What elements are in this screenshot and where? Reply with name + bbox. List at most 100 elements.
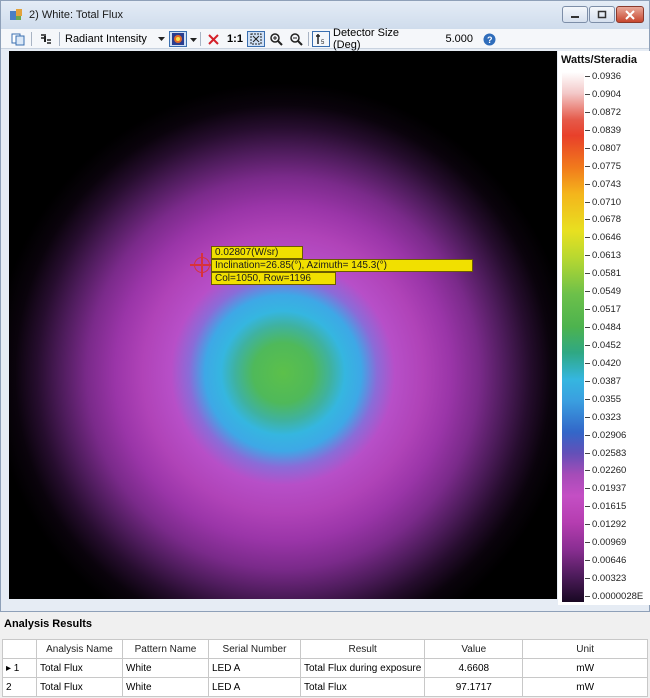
legend-tick-label: 0.02906 <box>585 430 626 441</box>
measure-select[interactable]: Radiant Intensity <box>63 31 167 47</box>
legend-tick-label: 0.01292 <box>585 520 626 530</box>
help-icon: ? <box>483 33 495 45</box>
one-to-one-button[interactable]: 1:1 <box>225 31 245 47</box>
legend-title: Watts/Steradia <box>561 54 638 66</box>
legend-tick-label: 0.00969 <box>585 538 626 548</box>
cell-serial-number: LED A <box>208 677 301 697</box>
maximize-button[interactable] <box>589 6 615 23</box>
column-header-index <box>2 639 37 659</box>
cell-pattern-name: White <box>122 658 209 678</box>
zoom-in-button[interactable] <box>267 31 285 47</box>
legend-tick-label: 0.0323 <box>585 412 621 423</box>
copy-button[interactable] <box>9 31 27 47</box>
legend-tick-label: 0.0484 <box>585 323 621 333</box>
table-header-row: Analysis Name Pattern Name Serial Number… <box>2 639 648 659</box>
svg-text:?: ? <box>487 35 493 45</box>
legend-tick-label: 0.00646 <box>585 556 626 566</box>
tooltip-angles: Inclination=26.85(°), Azimuth= 145.3(°) <box>211 259 473 272</box>
column-header-result[interactable]: Result <box>299 639 426 659</box>
delete-icon <box>207 33 219 45</box>
row-index: 2 <box>2 677 37 697</box>
legend-tick-label: 0.0775 <box>585 161 621 172</box>
cell-result: Total Flux during exposure <box>299 658 426 678</box>
legend-tick-label: 0.0549 <box>585 287 621 297</box>
measure-select-value: Radiant Intensity <box>65 33 147 45</box>
results-title: Analysis Results <box>4 618 93 630</box>
window-title: 2) White: Total Flux <box>29 9 123 21</box>
color-map-icon <box>172 33 184 45</box>
properties-button[interactable] <box>37 31 55 47</box>
legend-tick-label: 0.0872 <box>585 107 621 118</box>
help-button[interactable]: ? <box>481 31 497 47</box>
legend-tick-label: 0.0904 <box>585 89 621 100</box>
crosshair-cursor-icon <box>190 253 214 277</box>
legend-tick-label: 0.0000028E <box>585 592 643 602</box>
legend-tick-label: 0.0807 <box>585 143 621 154</box>
close-button[interactable] <box>616 6 644 23</box>
cell-result: Total Flux <box>299 677 426 697</box>
legend-tick-label: 0.0517 <box>585 305 621 315</box>
table-row[interactable]: 2 Total Flux White LED A Total Flux 97.1… <box>2 677 648 697</box>
legend-tick-label: 0.02583 <box>585 448 626 459</box>
column-header-value[interactable]: Value <box>424 639 524 659</box>
legend-tick-label: 0.0710 <box>585 197 621 208</box>
maximize-icon <box>597 10 607 18</box>
tooltip-value: 0.02807(W/sr) <box>211 246 303 259</box>
delete-button[interactable] <box>205 31 221 47</box>
zoom-out-icon <box>289 32 303 46</box>
cell-pattern-name: White <box>122 677 209 697</box>
analysis-results-panel: Analysis Results Analysis Name Pattern N… <box>0 612 650 698</box>
legend-tick-label: 0.01615 <box>585 502 626 512</box>
column-header-pattern-name[interactable]: Pattern Name <box>122 639 209 659</box>
color-map-dropdown-icon[interactable] <box>190 38 197 42</box>
column-header-analysis-name[interactable]: Analysis Name <box>36 639 123 659</box>
legend-tick-label: 0.0839 <box>585 125 621 136</box>
copy-icon <box>11 33 25 45</box>
color-legend: Watts/Steradia 0.0936 0.0904 0.0872 0.0839 0… <box>558 51 650 605</box>
results-table: Analysis Name Pattern Name Serial Number… <box>2 639 648 697</box>
fit-icon <box>250 33 262 45</box>
color-map-button[interactable] <box>169 31 187 47</box>
minimize-icon <box>571 15 579 18</box>
cell-analysis-name: Total Flux <box>36 677 123 697</box>
detector-button[interactable]: 5 <box>312 31 330 47</box>
legend-tick-label: 0.02260 <box>585 466 626 476</box>
column-header-serial-number[interactable]: Serial Number <box>208 639 301 659</box>
tooltip-position: Col=1050, Row=1196 <box>211 272 336 285</box>
legend-tick-label: 0.0581 <box>585 269 621 279</box>
cell-unit: mW <box>522 677 648 697</box>
cell-value: 97.1717 <box>424 677 524 697</box>
legend-tick-label: 0.00323 <box>585 574 626 584</box>
table-row[interactable]: ▸ 1 Total Flux White LED A Total Flux du… <box>2 658 648 678</box>
cell-serial-number: LED A <box>208 658 301 678</box>
legend-tick-label: 0.0613 <box>585 251 621 261</box>
column-header-unit[interactable]: Unit <box>522 639 648 659</box>
analysis-window: 2) White: Total Flux Radiant Intensity 1… <box>0 0 650 612</box>
legend-color-bar <box>562 72 584 602</box>
legend-tick-label: 0.0678 <box>585 215 621 225</box>
zoom-out-button[interactable] <box>287 31 305 47</box>
svg-text:5: 5 <box>321 40 325 45</box>
legend-ticks: 0.0936 0.0904 0.0872 0.0839 0.0807 0.0775 0.07… <box>585 72 649 604</box>
legend-tick-label: 0.0936 <box>585 72 621 82</box>
legend-tick-label: 0.0387 <box>585 376 621 387</box>
intensity-plot[interactable]: 0.02807(W/sr) Inclination=26.85(°), Azim… <box>9 51 557 599</box>
detector-size-value[interactable]: 5.000 <box>433 31 473 47</box>
cell-unit: mW <box>522 658 648 678</box>
app-icon <box>10 9 22 20</box>
cell-value: 4.6608 <box>424 658 524 678</box>
legend-tick-label: 0.0452 <box>585 340 621 351</box>
row-index: ▸ 1 <box>2 658 37 678</box>
fit-button[interactable] <box>247 31 265 47</box>
detector-size-label: Detector Size (Deg) <box>333 27 400 51</box>
legend-tick-label: 0.0355 <box>585 394 621 405</box>
intensity-spot <box>9 51 557 599</box>
legend-tick-label: 0.01937 <box>585 484 626 494</box>
cell-analysis-name: Total Flux <box>36 658 123 678</box>
properties-icon <box>41 33 51 44</box>
legend-tick-label: 0.0743 <box>585 179 621 190</box>
minimize-button[interactable] <box>562 6 588 23</box>
dropdown-arrow-icon <box>158 37 165 41</box>
legend-tick-label: 0.0420 <box>585 358 621 369</box>
title-bar: 2) White: Total Flux <box>1 1 649 29</box>
